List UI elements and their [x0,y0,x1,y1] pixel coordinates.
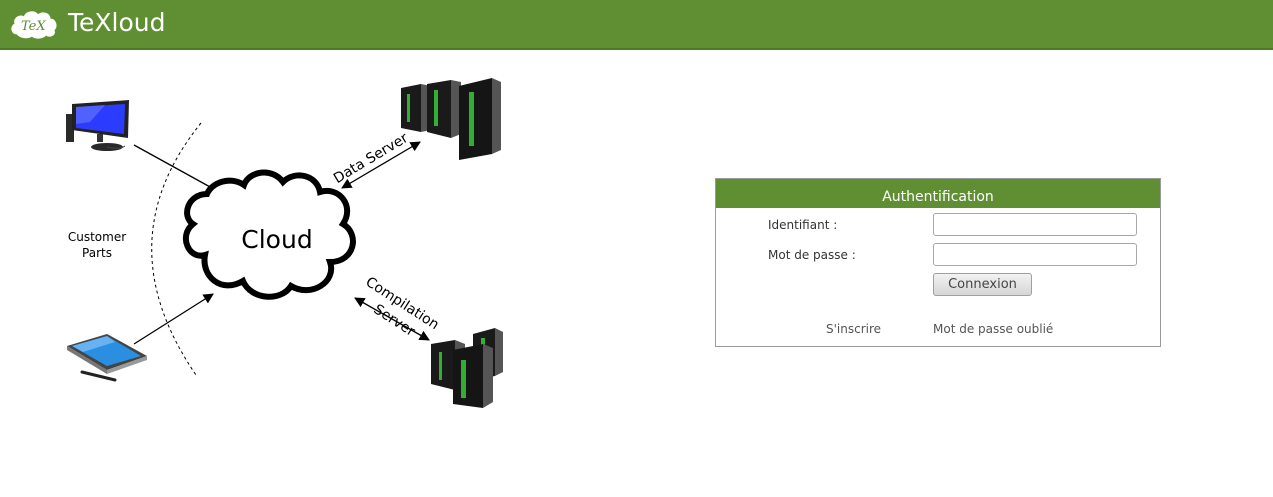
data-server-label: Data Server [331,130,411,187]
tablet-computer-icon [67,334,147,382]
customer-parts-label-line1: Customer [68,230,126,244]
architecture-diagram: Customer Parts Cloud Data Server Compila… [66,78,503,408]
desktop-to-cloud-arrow [133,144,222,194]
password-input[interactable] [933,243,1137,266]
identifiant-label: Identifiant : [768,218,838,232]
customer-parts-label-line2: Parts [82,246,112,260]
app-header: TeX TeXloud [0,0,1273,50]
compilation-server-rack-icon [431,328,503,408]
authentication-panel: Authentification Identifiant : Mot de pa… [715,178,1161,347]
password-label: Mot de passe : [768,248,856,262]
svg-text:TeX: TeX [21,19,46,34]
desktop-computer-icon [66,100,129,151]
register-link[interactable]: S'inscrire [826,322,881,336]
forgot-password-link[interactable]: Mot de passe oublié [933,322,1053,336]
app-title: TeXloud [68,8,166,37]
texloud-logo-icon: TeX [11,11,57,39]
connexion-button[interactable]: Connexion [933,273,1032,296]
cloud-label: Cloud [241,225,312,254]
auth-panel-title: Authentification [716,179,1160,208]
identifiant-input[interactable] [933,213,1137,236]
data-server-rack-icon [401,78,501,160]
